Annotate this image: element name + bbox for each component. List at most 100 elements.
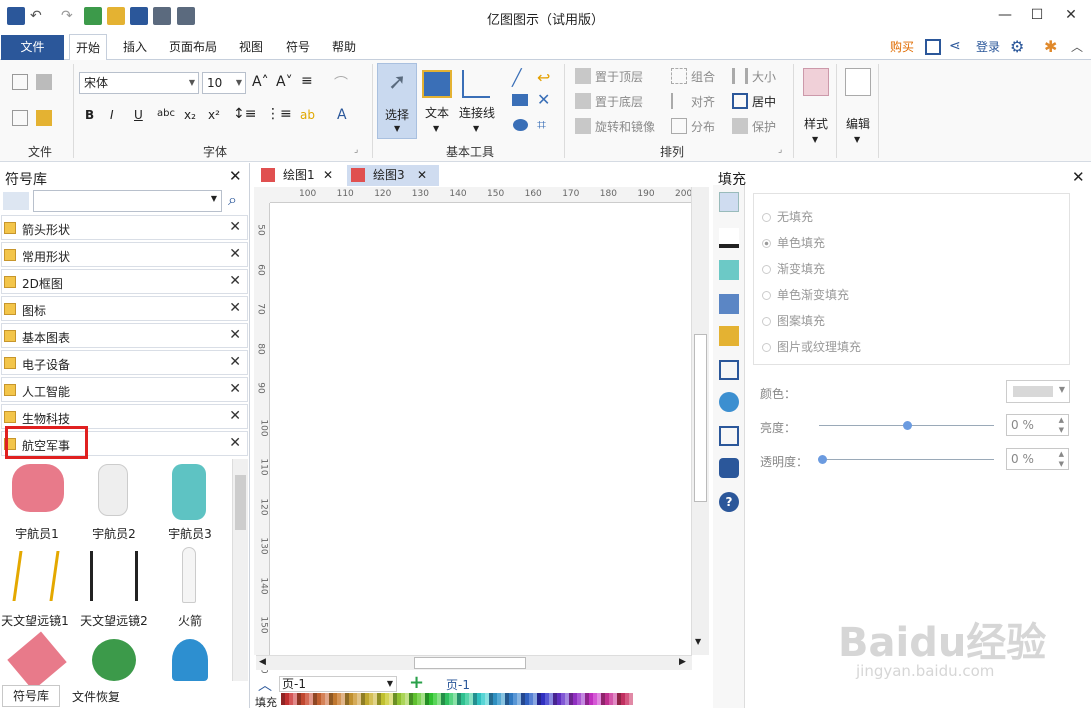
symbol-scrollbar[interactable] — [232, 459, 248, 681]
telescope-icon[interactable] — [12, 551, 60, 601]
drawing-canvas[interactable] — [271, 204, 691, 654]
document-icon[interactable] — [719, 360, 739, 380]
fill-option-radio[interactable]: 图片或纹理填充 — [762, 338, 861, 355]
connector-tool-icon[interactable] — [462, 70, 490, 98]
tab-drawing-3[interactable]: 绘图3 ✕ — [347, 165, 439, 186]
subscript-icon[interactable]: x₂ — [184, 108, 196, 122]
font-name-combo[interactable]: 宋体 ▼ — [79, 72, 199, 94]
radar-icon[interactable] — [172, 639, 208, 681]
line-spacing-icon[interactable]: ↕≡ — [233, 106, 256, 122]
rotate-mirror-icon[interactable] — [575, 118, 591, 134]
style-label[interactable]: 样式 — [804, 115, 828, 132]
superscript-icon[interactable]: x² — [208, 108, 220, 122]
scrollbar-thumb[interactable] — [235, 475, 246, 530]
binoculars-icon[interactable] — [845, 68, 871, 96]
page-selector[interactable]: 页-1 ▼ — [279, 676, 397, 692]
scroll-right-icon[interactable]: ▶ — [679, 657, 686, 667]
bullet-list-icon[interactable]: ⋮≡ — [266, 106, 292, 122]
page-up-icon[interactable]: ︿ — [258, 675, 272, 695]
align-icon[interactable] — [671, 93, 687, 109]
layer-icon[interactable] — [719, 326, 739, 346]
chevron-down-icon[interactable]: ▼ — [812, 135, 818, 144]
search-icon[interactable]: ⌕ — [228, 190, 237, 210]
tab-help[interactable]: 帮助 — [326, 34, 362, 60]
close-tab-icon[interactable]: ✕ — [323, 165, 333, 186]
fill-option-radio[interactable]: 单色渐变填充 — [762, 286, 849, 303]
tab-insert[interactable]: 插入 — [117, 34, 153, 60]
ellipse-icon[interactable] — [513, 119, 528, 131]
restore-button[interactable]: ☐ — [1022, 4, 1052, 26]
close-category-icon[interactable]: ✕ — [229, 300, 241, 316]
close-category-icon[interactable]: ✕ — [229, 327, 241, 343]
style-icon[interactable] — [803, 68, 829, 96]
expand-icon[interactable]: ⌟ — [778, 145, 782, 155]
library-search-input[interactable]: ▼ — [33, 190, 222, 212]
format-painter-icon[interactable] — [36, 74, 52, 90]
point-tool-icon[interactable]: ✕ — [537, 90, 550, 109]
close-category-icon[interactable]: ✕ — [229, 246, 241, 262]
expand-icon[interactable]: ⌟ — [354, 145, 358, 155]
close-category-icon[interactable]: ✕ — [229, 354, 241, 370]
symbol-label[interactable]: 火箭 — [153, 612, 227, 629]
line-icon[interactable]: ╱ — [512, 68, 522, 87]
color-swatch[interactable] — [629, 693, 633, 705]
bring-front-icon[interactable] — [575, 68, 591, 84]
astronaut-teal-icon[interactable] — [172, 464, 206, 520]
chevron-down-icon[interactable]: ▼ — [854, 135, 860, 144]
symbol-label[interactable]: 天文望远镜1 — [0, 612, 72, 629]
scrollbar-thumb[interactable] — [414, 657, 526, 669]
category-item[interactable]: 箭头形状 ✕ — [1, 215, 248, 240]
size-icon[interactable] — [732, 68, 748, 84]
login-link[interactable]: 登录 — [970, 34, 1006, 60]
symbol-library-tab[interactable]: 符号库 — [2, 685, 60, 707]
fill-icon[interactable] — [719, 192, 739, 212]
close-tab-icon[interactable]: ✕ — [417, 165, 427, 186]
symbol-label[interactable]: 宇航员3 — [153, 525, 227, 542]
gear-icon[interactable]: ⚙ — [1010, 37, 1024, 56]
symbol-label[interactable]: 宇航员2 — [77, 525, 151, 542]
align-label[interactable]: 对齐 — [691, 93, 715, 110]
help-icon[interactable]: ? — [719, 492, 739, 512]
strikethrough-icon[interactable]: abc — [157, 108, 175, 119]
text-effect-icon[interactable]: ⌒ — [334, 73, 348, 93]
scroll-down-icon[interactable]: ▼ — [695, 637, 701, 646]
image-icon[interactable] — [719, 294, 739, 314]
brightness-slider-knob[interactable] — [903, 421, 912, 430]
tab-drawing-1[interactable]: 绘图1 ✕ — [257, 165, 343, 186]
send-back-icon[interactable] — [575, 93, 591, 109]
close-category-icon[interactable]: ✕ — [229, 219, 241, 235]
edit-label[interactable]: 编辑 — [846, 115, 870, 132]
transparency-slider[interactable] — [819, 459, 994, 460]
cut-icon[interactable] — [12, 74, 28, 90]
color-palette[interactable] — [281, 693, 636, 705]
canvas-vertical-scrollbar[interactable]: ▼ — [691, 187, 709, 655]
bold-icon[interactable]: B — [85, 108, 94, 122]
minimize-button[interactable]: — — [990, 4, 1020, 26]
group-label[interactable]: 组合 — [691, 68, 715, 85]
telescope-icon[interactable] — [90, 551, 138, 601]
hyperlink-icon[interactable] — [719, 392, 739, 412]
rectangle-icon[interactable] — [512, 94, 528, 106]
grow-font-icon[interactable]: A˄ — [252, 74, 269, 90]
attachment-icon[interactable] — [719, 426, 739, 446]
color-picker[interactable]: ▼ — [1006, 380, 1070, 403]
shrink-font-icon[interactable]: A˅ — [276, 74, 293, 90]
line-style-icon[interactable] — [719, 228, 739, 248]
close-panel-icon[interactable]: ✕ — [229, 167, 242, 185]
close-button[interactable]: ✕ — [1056, 4, 1086, 26]
canvas-horizontal-scrollbar[interactable]: ◀ ▶ — [256, 655, 692, 670]
rotate-mirror-label[interactable]: 旋转和镜像 — [595, 118, 655, 135]
category-item[interactable]: 2D框图 ✕ — [1, 269, 248, 294]
spinner-arrows-icon[interactable]: ▲ ▼ — [1059, 415, 1064, 435]
fill-option-radio[interactable]: 图案填充 — [762, 312, 825, 329]
italic-icon[interactable]: I — [110, 108, 114, 122]
copy-icon[interactable] — [12, 110, 28, 126]
align-text-icon[interactable]: ≡ — [301, 73, 313, 89]
fill-option-radio[interactable]: 无填充 — [762, 208, 813, 225]
category-item[interactable]: 电子设备 ✕ — [1, 350, 248, 375]
connector-tool-label[interactable]: 连接线 — [459, 104, 495, 121]
close-category-icon[interactable]: ✕ — [229, 435, 241, 451]
symbol-label[interactable]: 天文望远镜2 — [77, 612, 151, 629]
category-item[interactable]: 图标 ✕ — [1, 296, 248, 321]
distribute-label[interactable]: 分布 — [691, 118, 715, 135]
